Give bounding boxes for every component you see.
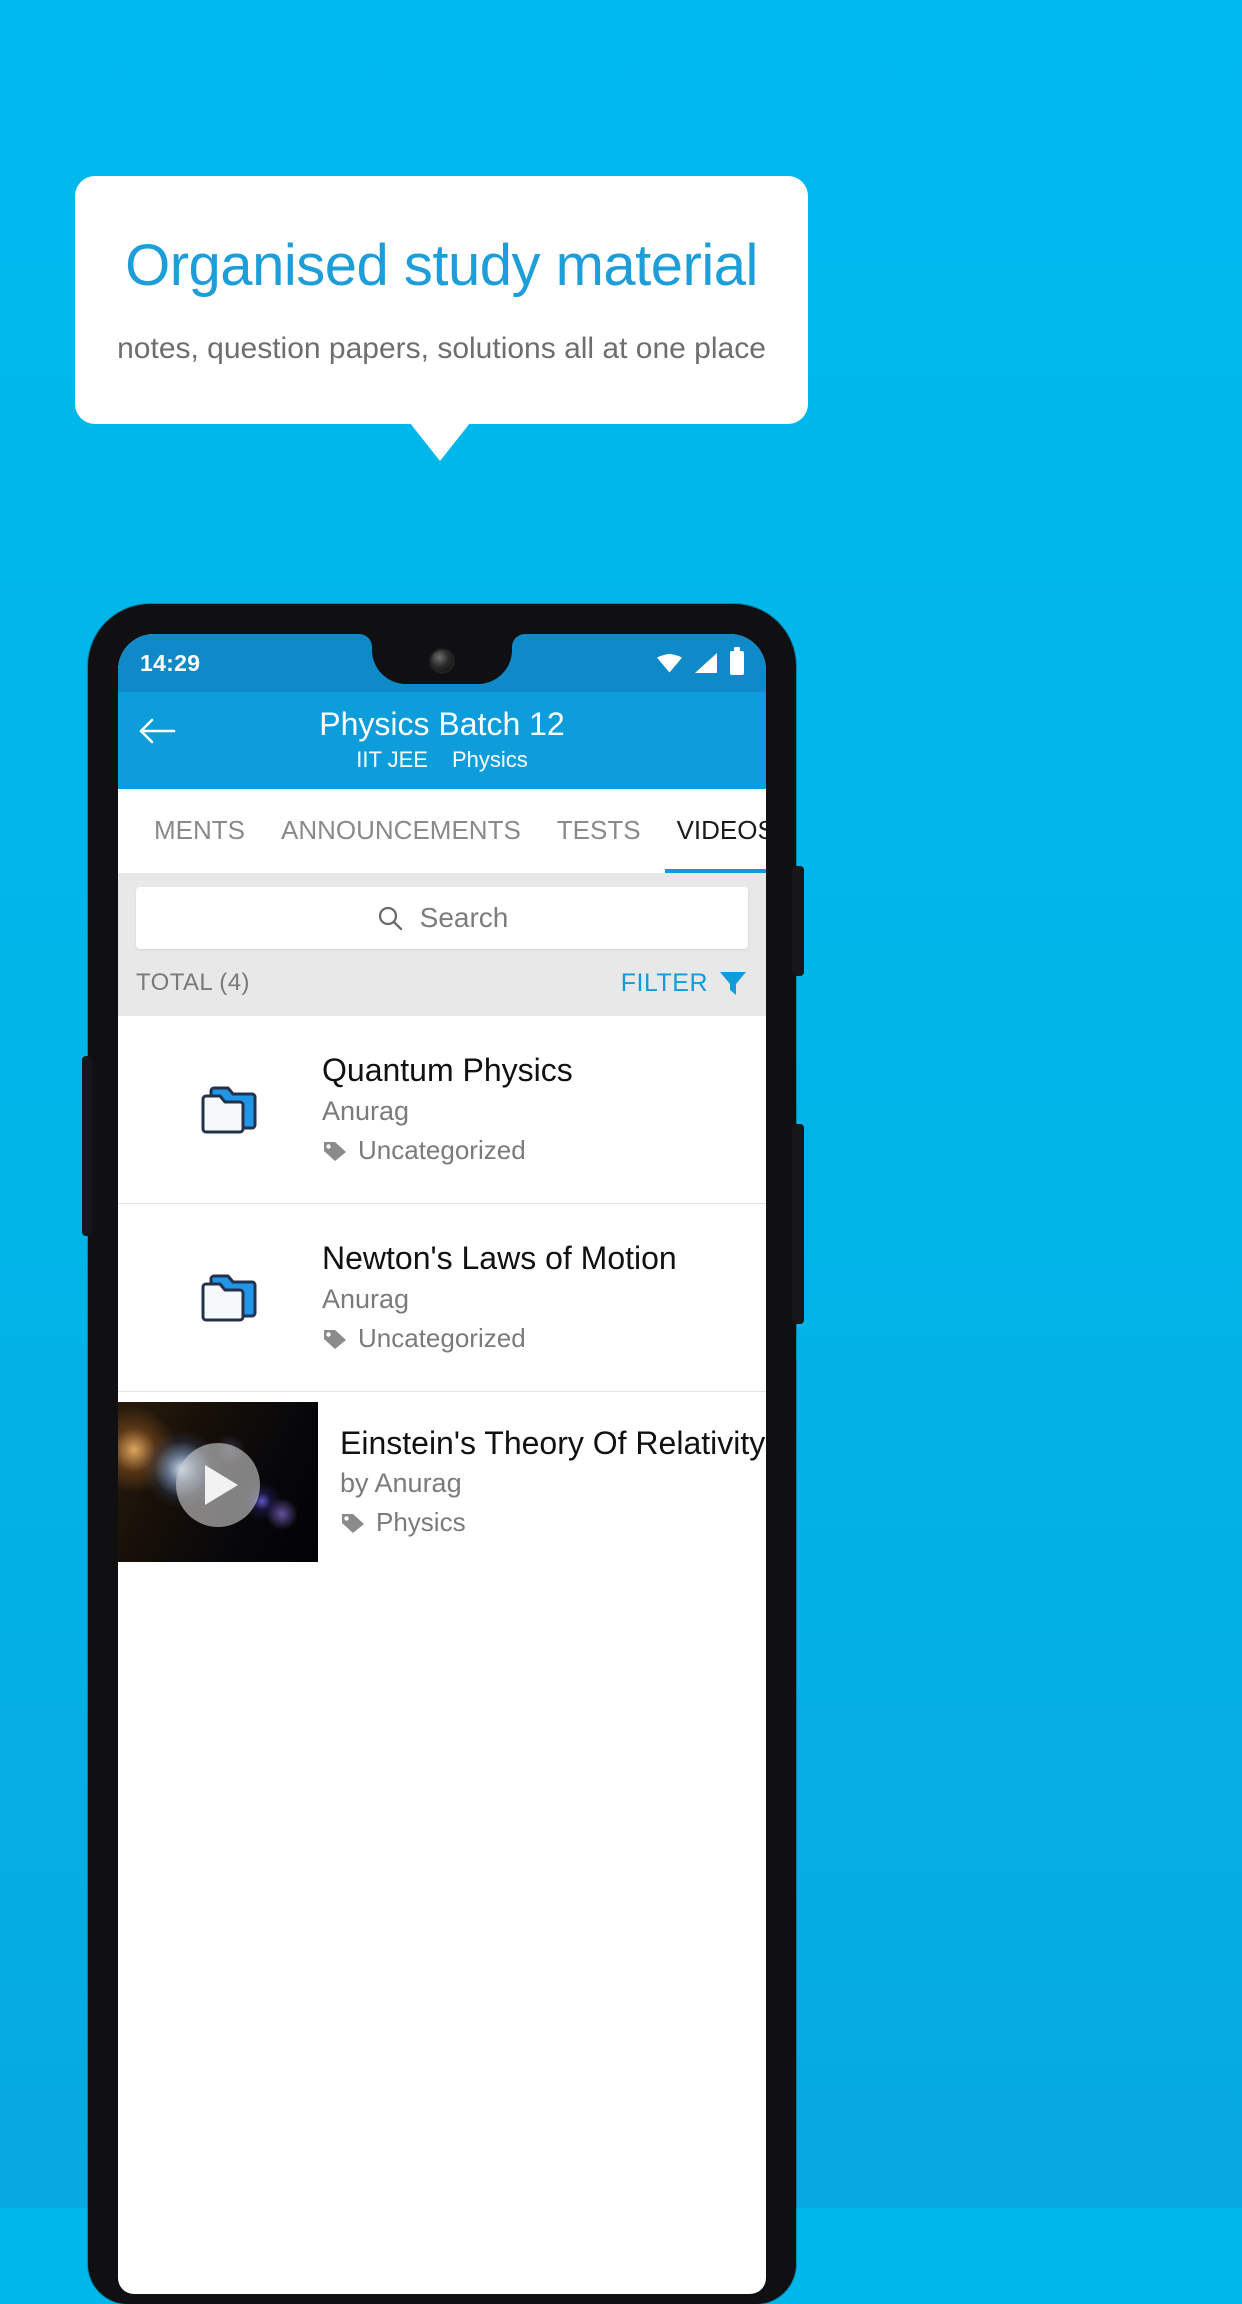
status-bar: 14:29 (118, 634, 766, 692)
phone-frame: 14:29 Physics Batch 12 IIT JEE Physics M… (82, 604, 804, 2304)
tab-label: MENTS (154, 815, 245, 846)
list-item-title: Einstein's Theory Of Relativity (340, 1425, 766, 1462)
wifi-icon (657, 653, 682, 673)
promo-title: Organised study material (125, 233, 758, 299)
promo-callout: Organised study material notes, question… (75, 176, 808, 424)
tab-assignments[interactable]: MENTS (136, 789, 263, 873)
folder-icon-cell (136, 1268, 322, 1326)
phone-notch (372, 634, 512, 684)
play-triangle (205, 1464, 238, 1505)
filter-funnel-icon (718, 969, 748, 997)
search-section: Search (118, 872, 766, 961)
tag-icon (340, 1511, 366, 1535)
promo-subtitle: notes, question papers, solutions all at… (117, 331, 766, 365)
tab-announcements[interactable]: ANNOUNCEMENTS (263, 789, 539, 873)
list-item[interactable]: Quantum Physics Anurag Uncategorized (118, 1016, 766, 1204)
tab-bar: MENTS ANNOUNCEMENTS TESTS VIDEOS (118, 788, 766, 873)
folder-icon (198, 1268, 260, 1326)
list-item[interactable]: Newton's Laws of Motion Anurag Uncategor… (118, 1204, 766, 1392)
filter-label: FILTER (620, 968, 708, 997)
tab-label: VIDEOS (676, 815, 766, 846)
phone-button-left[interactable] (82, 1056, 92, 1236)
content-list: Quantum Physics Anurag Uncategorized New… (118, 1015, 766, 1572)
list-item-text: Einstein's Theory Of Relativity by Anura… (318, 1425, 766, 1538)
signal-icon (695, 653, 717, 673)
list-item-text: Newton's Laws of Motion Anurag Uncategor… (322, 1240, 748, 1354)
page-title: Physics Batch 12 (319, 706, 565, 742)
tag-icon (322, 1327, 348, 1351)
list-item-author: Anurag (322, 1284, 410, 1315)
list-item-text: Quantum Physics Anurag Uncategorized (322, 1052, 748, 1166)
battery-icon (730, 647, 744, 675)
status-icon-group (657, 647, 744, 675)
tag-label: Uncategorized (358, 1323, 526, 1354)
total-count-label: TOTAL (4) (136, 969, 250, 997)
promo-stage: Organised study material notes, question… (0, 0, 1242, 2304)
phone-screen: 14:29 Physics Batch 12 IIT JEE Physics M… (118, 634, 766, 2294)
breadcrumb: IIT JEE Physics (356, 747, 528, 773)
folder-icon-cell (136, 1080, 322, 1138)
status-time: 14:29 (140, 649, 201, 676)
breadcrumb-exam: IIT JEE (356, 746, 428, 772)
tab-label: TESTS (556, 815, 641, 846)
tab-videos[interactable]: VIDEOS (659, 789, 766, 873)
play-icon[interactable] (176, 1442, 260, 1527)
tab-label: ANNOUNCEMENTS (281, 815, 521, 846)
tab-tests[interactable]: TESTS (539, 789, 659, 873)
list-item-tag: Physics (340, 1507, 765, 1538)
tag-icon (322, 1139, 348, 1163)
list-item-author: Anurag (322, 1096, 410, 1127)
callout-tail (410, 423, 470, 461)
filter-button[interactable]: FILTER (621, 969, 748, 998)
tag-label: Physics (376, 1507, 466, 1538)
list-item-title: Newton's Laws of Motion (322, 1240, 677, 1277)
back-arrow-icon[interactable] (136, 714, 178, 748)
list-meta-row: TOTAL (4) FILTER (118, 960, 766, 1016)
list-item-tag: Uncategorized (322, 1135, 748, 1166)
search-input[interactable]: Search (136, 886, 748, 949)
search-icon (376, 904, 404, 932)
front-camera-icon (431, 650, 453, 672)
app-bar: Physics Batch 12 IIT JEE Physics (118, 692, 766, 789)
search-placeholder: Search (419, 901, 509, 933)
breadcrumb-subject: Physics (451, 746, 528, 772)
folder-icon (198, 1080, 260, 1138)
phone-button-volume[interactable] (792, 866, 804, 976)
list-item-title: Quantum Physics (322, 1052, 573, 1089)
list-item[interactable]: Einstein's Theory Of Relativity by Anura… (118, 1392, 766, 1572)
list-item-tag: Uncategorized (322, 1323, 748, 1354)
video-thumbnail[interactable] (118, 1401, 318, 1562)
phone-button-power[interactable] (792, 1124, 804, 1324)
list-item-author: by Anurag (340, 1468, 462, 1499)
tag-label: Uncategorized (358, 1135, 526, 1166)
